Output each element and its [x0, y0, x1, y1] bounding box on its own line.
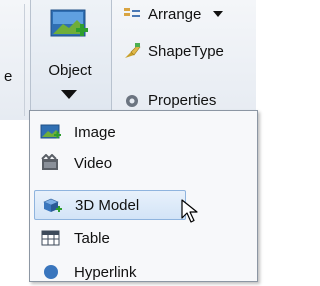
image-icon	[40, 123, 62, 141]
video-icon	[40, 153, 62, 172]
menu-item-video-label: Video	[74, 154, 113, 172]
menu-item-image[interactable]: Image	[34, 118, 214, 146]
menu-item-hyperlink-label: Hyperlink	[74, 263, 137, 281]
shape-type-button[interactable]: ShapeType	[122, 40, 224, 62]
image-insert-icon	[49, 6, 91, 51]
object-dropdown-arrow[interactable]	[61, 90, 77, 99]
shape-type-label: ShapeType	[148, 42, 224, 60]
ribbon-separator	[24, 4, 25, 116]
menu-item-image-label: Image	[74, 123, 116, 141]
hyperlink-icon	[40, 263, 62, 281]
mouse-pointer-icon	[180, 198, 202, 231]
partial-ribbon-label: e	[4, 68, 13, 85]
arrange-icon	[122, 5, 142, 23]
menu-item-table-label: Table	[74, 229, 110, 247]
menu-item-3d-model[interactable]: 3D Model	[34, 190, 186, 220]
menu-item-3d-model-label: 3D Model	[75, 196, 140, 214]
properties-label: Properties	[148, 91, 217, 109]
properties-button[interactable]: Properties	[122, 89, 216, 111]
chevron-down-icon	[213, 11, 224, 17]
menu-item-video[interactable]: Video	[34, 149, 214, 177]
object-button[interactable]: Object	[30, 0, 112, 119]
menu-item-hyperlink[interactable]: Hyperlink	[34, 258, 214, 286]
3d-model-icon	[41, 196, 63, 214]
arrange-label: Arrange	[148, 5, 202, 23]
shape-type-icon	[122, 42, 142, 60]
object-button-label: Object	[48, 62, 92, 79]
properties-icon	[122, 91, 142, 109]
object-dropdown-menu: Image Video 3D Model Table Hyperlink	[29, 110, 258, 282]
table-icon	[40, 229, 62, 247]
arrange-button[interactable]: Arrange	[122, 3, 224, 25]
ribbon-toolbar: e Object Arrange ShapeType Properties	[0, 0, 256, 120]
